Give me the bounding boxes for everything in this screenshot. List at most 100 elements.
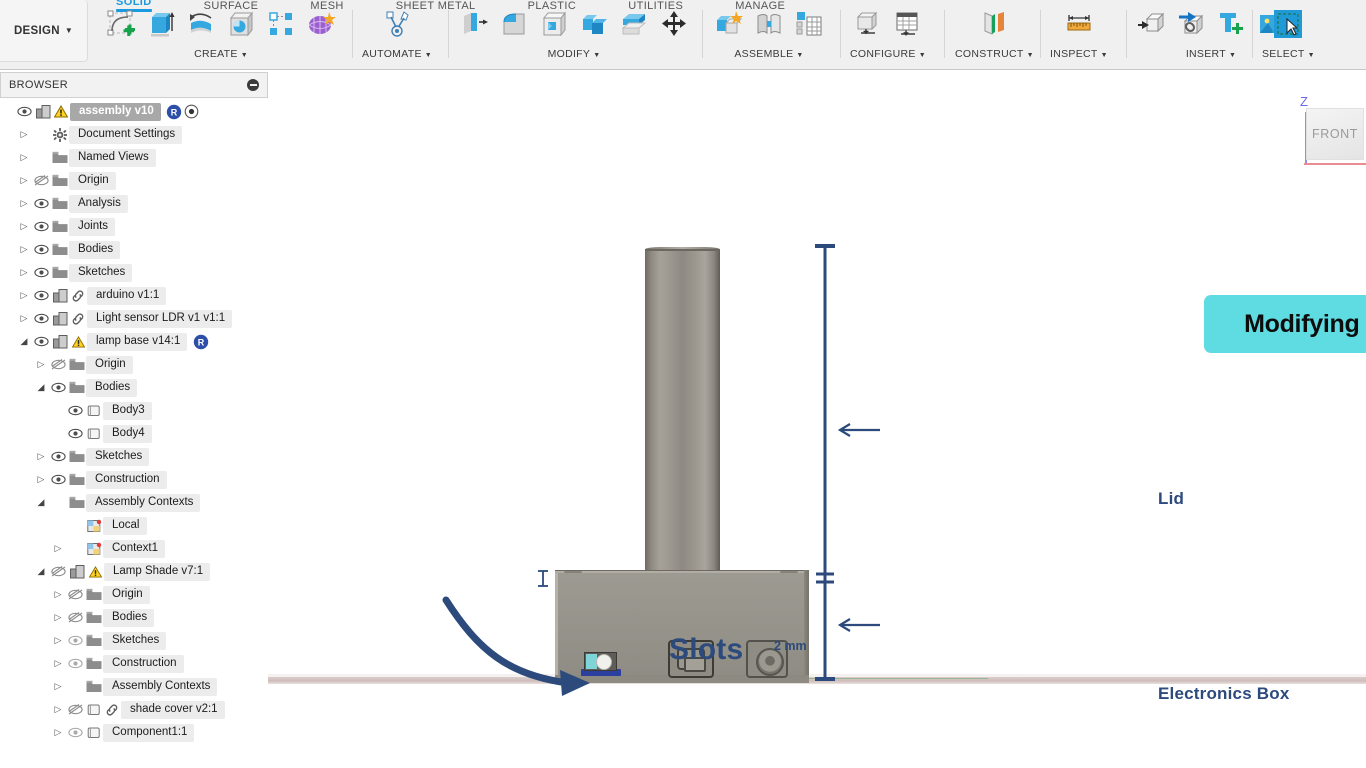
tree-row-sketches[interactable]: Sketches <box>0 261 268 284</box>
radio-selected-icon[interactable] <box>183 104 201 119</box>
expand-arrow[interactable] <box>17 199 31 208</box>
tree-row-named-views[interactable]: Named Views <box>0 146 268 169</box>
panel-label-insert[interactable]: INSERT ▼ <box>1186 48 1236 60</box>
visibility-eye-icon[interactable] <box>65 589 85 600</box>
configuration-icon[interactable] <box>851 6 885 42</box>
insert-derive-icon[interactable] <box>1134 6 1168 42</box>
tree-row-sketches[interactable]: Sketches <box>0 629 268 652</box>
expand-arrow[interactable] <box>51 659 65 668</box>
expand-arrow[interactable] <box>34 498 48 507</box>
expand-arrow[interactable] <box>51 705 65 714</box>
panel-label-automate[interactable]: AUTOMATE ▼ <box>362 48 432 60</box>
visibility-eye-icon[interactable] <box>31 244 51 255</box>
visibility-eye-icon[interactable] <box>31 267 51 278</box>
out-of-date-badge-icon[interactable]: R <box>192 334 210 350</box>
tree-row-sketches[interactable]: Sketches <box>0 445 268 468</box>
visibility-eye-icon[interactable] <box>48 359 68 370</box>
panel-label-construct[interactable]: CONSTRUCT ▼ <box>955 48 1034 60</box>
expand-arrow[interactable] <box>51 728 65 737</box>
expand-arrow[interactable] <box>51 590 65 599</box>
visibility-eye-icon[interactable] <box>14 106 34 117</box>
workspace-switcher-button[interactable]: DESIGN ▼ <box>0 0 88 62</box>
expand-arrow[interactable] <box>51 636 65 645</box>
bom-icon[interactable] <box>792 6 826 42</box>
tree-row-component1-1[interactable]: Component1:1 <box>0 721 268 744</box>
expand-arrow[interactable] <box>17 268 31 277</box>
hole-icon[interactable] <box>224 6 258 42</box>
tree-row-origin[interactable]: Origin <box>0 583 268 606</box>
visibility-eye-icon[interactable] <box>65 428 85 439</box>
form-icon[interactable] <box>304 6 338 42</box>
tree-row-assembly-contexts[interactable]: Assembly Contexts <box>0 675 268 698</box>
visibility-eye-icon[interactable] <box>65 405 85 416</box>
tree-row-bodies[interactable]: Bodies <box>0 606 268 629</box>
tree-row-assembly-root[interactable]: assembly v10 R <box>0 100 268 123</box>
tree-row-bodies[interactable]: Bodies <box>0 238 268 261</box>
view-cube-front-face[interactable]: FRONT <box>1306 108 1364 160</box>
new-component-icon[interactable] <box>712 6 746 42</box>
visibility-eye-icon[interactable] <box>48 566 68 577</box>
minus-circle-icon[interactable] <box>247 79 259 91</box>
insert-mfg-icon[interactable] <box>1214 6 1248 42</box>
automate-icon[interactable] <box>380 6 414 42</box>
panel-label-create[interactable]: CREATE ▼ <box>194 48 248 60</box>
move-copy-icon[interactable] <box>657 6 691 42</box>
expand-arrow[interactable] <box>17 153 31 162</box>
tree-row-body4[interactable]: Body4 <box>0 422 268 445</box>
tree-row-construction[interactable]: Construction <box>0 468 268 491</box>
visibility-eye-icon[interactable] <box>31 290 51 301</box>
fillet-icon[interactable] <box>497 6 531 42</box>
tree-row-document-settings[interactable]: Document Settings <box>0 123 268 146</box>
tree-row-lamp-shade-v7-1[interactable]: Lamp Shade v7:1 <box>0 560 268 583</box>
select-window-icon[interactable] <box>1271 6 1305 42</box>
viewport-canvas[interactable]: Lid Electronics Box Slots 2 mm Modifying… <box>268 70 1366 768</box>
expand-arrow[interactable] <box>51 682 65 691</box>
expand-arrow[interactable] <box>51 544 65 553</box>
expand-arrow[interactable] <box>17 314 31 323</box>
tree-row-origin[interactable]: Origin <box>0 353 268 376</box>
extrude-icon[interactable] <box>144 6 178 42</box>
tree-row-body3[interactable]: Body3 <box>0 399 268 422</box>
expand-arrow[interactable] <box>34 383 48 392</box>
panel-label-select[interactable]: SELECT ▼ <box>1262 48 1315 60</box>
panel-label-modify[interactable]: MODIFY ▼ <box>548 48 601 60</box>
expand-arrow[interactable] <box>51 613 65 622</box>
combine-icon[interactable] <box>577 6 611 42</box>
out-of-date-badge-icon[interactable]: R <box>165 104 183 120</box>
pattern-icon[interactable] <box>264 6 298 42</box>
measure-icon[interactable] <box>1062 6 1096 42</box>
visibility-eye-icon[interactable] <box>65 704 85 715</box>
tree-row-construction[interactable]: Construction <box>0 652 268 675</box>
visibility-eye-icon[interactable] <box>31 198 51 209</box>
expand-arrow[interactable] <box>17 337 31 346</box>
expand-arrow[interactable] <box>34 452 48 461</box>
tree-row-local[interactable]: Local <box>0 514 268 537</box>
tree-row-lamp-base-v14-1[interactable]: lamp base v14:1 R <box>0 330 268 353</box>
expand-arrow[interactable] <box>17 291 31 300</box>
panel-label-assemble[interactable]: ASSEMBLE ▼ <box>734 48 803 60</box>
panel-label-configure[interactable]: CONFIGURE ▼ <box>850 48 926 60</box>
visibility-eye-icon[interactable] <box>48 382 68 393</box>
tree-row-arduino-v1-1[interactable]: arduino v1:1 <box>0 284 268 307</box>
visibility-eye-icon[interactable] <box>31 336 51 347</box>
offset-face-icon[interactable] <box>617 6 651 42</box>
visibility-eye-icon[interactable] <box>65 727 85 738</box>
tree-row-light-sensor-ldr-v1-v1-1[interactable]: Light sensor LDR v1 v1:1 <box>0 307 268 330</box>
tree-row-origin[interactable]: Origin <box>0 169 268 192</box>
insert-mcmaster-icon[interactable] <box>1174 6 1208 42</box>
create-sketch-icon[interactable] <box>104 6 138 42</box>
offset-plane-icon[interactable] <box>977 6 1011 42</box>
tree-row-bodies[interactable]: Bodies <box>0 376 268 399</box>
expand-arrow[interactable] <box>17 176 31 185</box>
visibility-eye-icon[interactable] <box>31 313 51 324</box>
visibility-eye-icon[interactable] <box>65 635 85 646</box>
expand-arrow[interactable] <box>34 475 48 484</box>
panel-label-inspect[interactable]: INSPECT ▼ <box>1050 48 1108 60</box>
expand-arrow[interactable] <box>17 245 31 254</box>
visibility-eye-icon[interactable] <box>31 221 51 232</box>
visibility-eye-icon[interactable] <box>31 175 51 186</box>
press-pull-icon[interactable] <box>457 6 491 42</box>
visibility-eye-icon[interactable] <box>48 474 68 485</box>
expand-arrow[interactable] <box>34 567 48 576</box>
visibility-eye-icon[interactable] <box>48 451 68 462</box>
